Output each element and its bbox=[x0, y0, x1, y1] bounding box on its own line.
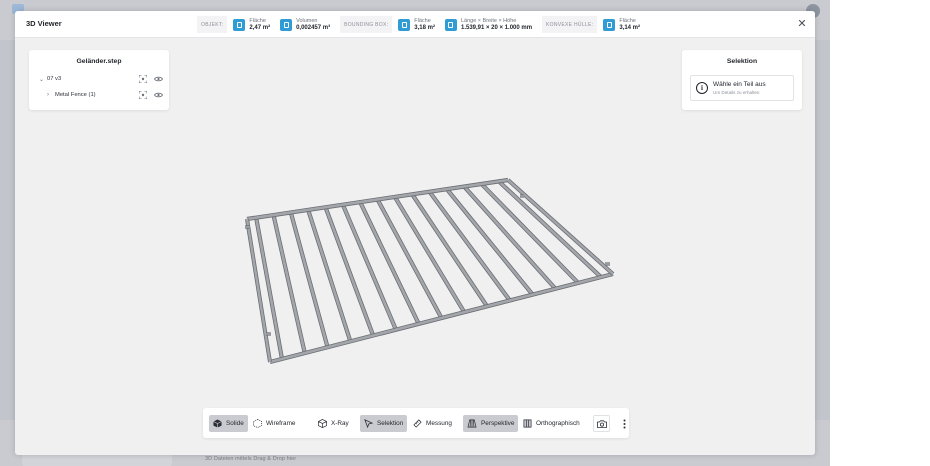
model-tree-title: Geländer.step bbox=[76, 58, 122, 65]
xray-cube-icon bbox=[318, 419, 327, 428]
orthographic-label: Orthographisch bbox=[536, 420, 580, 427]
background-panel-left bbox=[0, 40, 15, 420]
objekt-label: OBJEKT: bbox=[197, 16, 228, 33]
fence-bar-face bbox=[497, 180, 602, 279]
fence-bar-face bbox=[428, 190, 511, 302]
bbox-dims-stat: Länge × Breite × Höhe 1.539,91 × 20 × 1.… bbox=[444, 17, 533, 32]
selection-main-text: Wähle ein Teil aus bbox=[713, 81, 766, 88]
orthographic-icon bbox=[523, 419, 532, 428]
stat-value: 0,002457 m³ bbox=[296, 24, 331, 31]
objekt-volume-stat: Volumen 0,002457 m³ bbox=[280, 18, 330, 32]
perspective-button[interactable]: Perspektive bbox=[463, 415, 519, 432]
volume-icon bbox=[280, 18, 293, 31]
hull-area-stat: Fläche 3,14 m² bbox=[603, 18, 640, 32]
tree-item[interactable]: ⌄ 07 v3 bbox=[39, 73, 163, 85]
info-icon: i bbox=[696, 82, 708, 94]
wireframe-label: Wireframe bbox=[266, 420, 296, 427]
selection-sub-text: Um Details zu erhalten bbox=[713, 90, 760, 95]
view-toolbar: Solide Wireframe X-Ray Selektion Messung… bbox=[203, 408, 629, 438]
modal-header: 3D Viewer OBJEKT: Fläche 2,47 m² Volumen… bbox=[15, 11, 815, 38]
xray-label: X-Ray bbox=[331, 420, 349, 427]
stat-name: Volumen bbox=[296, 17, 318, 24]
fence-bar-face bbox=[463, 185, 557, 290]
wireframe-button[interactable]: Wireframe bbox=[249, 415, 299, 432]
bbox-label: BOUNDING BOX: bbox=[340, 16, 393, 33]
selection-info-box: i Wähle ein Teil aus Um Details zu erhal… bbox=[690, 75, 794, 101]
dimensions-icon bbox=[444, 18, 457, 31]
close-icon: ✕ bbox=[797, 18, 807, 30]
orthographic-button[interactable]: Orthographisch bbox=[519, 415, 584, 432]
focus-icon[interactable] bbox=[138, 74, 148, 84]
perspective-icon bbox=[467, 419, 477, 428]
fence-bar-face bbox=[324, 206, 375, 336]
more-vertical-icon bbox=[623, 419, 626, 428]
header-stats: OBJEKT: Fläche 2,47 m² Volumen 0,002457 … bbox=[197, 14, 650, 35]
stat-name: Fläche bbox=[249, 17, 266, 24]
fence-bar-face bbox=[306, 209, 352, 342]
viewer-modal: 3D Viewer OBJEKT: Fläche 2,47 m² Volumen… bbox=[15, 11, 815, 455]
tree-item[interactable]: › Metal Fence (1) bbox=[47, 89, 163, 101]
area-icon bbox=[233, 18, 246, 31]
perspective-label: Perspektive bbox=[481, 420, 515, 427]
hull-label: KONVEXE HÜLLE: bbox=[542, 16, 598, 33]
measure-label: Messung bbox=[426, 420, 452, 427]
bbox-area-stat: Fläche 3,18 m² bbox=[398, 18, 435, 32]
selection-panel: Selektion i Wähle ein Teil aus Um Detail… bbox=[682, 50, 802, 110]
close-button[interactable]: ✕ bbox=[795, 16, 809, 32]
model-tree-panel: Geländer.step ⌄ 07 v3 › Metal Fence (1) bbox=[29, 50, 169, 110]
area-icon bbox=[398, 18, 411, 31]
fence-bar-face bbox=[289, 212, 329, 348]
solid-button[interactable]: Solide bbox=[209, 415, 248, 432]
area-icon bbox=[603, 18, 616, 31]
screenshot-button[interactable] bbox=[593, 415, 610, 432]
selection-title: Selektion bbox=[726, 58, 758, 65]
selection-button[interactable]: Selektion bbox=[360, 415, 408, 432]
background-panel-right bbox=[815, 40, 830, 420]
stat-value: 3,18 m² bbox=[414, 24, 435, 31]
camera-icon bbox=[596, 419, 607, 428]
modal-title: 3D Viewer bbox=[26, 19, 62, 28]
chevron-right-icon[interactable]: › bbox=[47, 92, 55, 98]
stat-value: 1.539,91 × 20 × 1.000 mm bbox=[460, 24, 533, 31]
drop-hint-text: 3D Dateien mittels Drag & Drop hier bbox=[205, 456, 297, 462]
tree-item-label: Metal Fence (1) bbox=[55, 92, 96, 98]
eye-icon[interactable] bbox=[153, 74, 163, 84]
fence-bar-face bbox=[445, 188, 534, 296]
stat-value: 3,14 m² bbox=[619, 24, 641, 31]
xray-button[interactable]: X-Ray bbox=[314, 415, 353, 432]
cursor-icon bbox=[364, 419, 373, 428]
selection-label: Selektion bbox=[377, 420, 404, 427]
stat-name: Fläche bbox=[619, 17, 636, 24]
stat-name: Länge × Breite × Höhe bbox=[460, 17, 517, 24]
eye-icon[interactable] bbox=[153, 90, 163, 100]
measure-button[interactable]: Messung bbox=[409, 415, 456, 432]
focus-icon[interactable] bbox=[138, 90, 148, 100]
stat-value: 2,47 m² bbox=[249, 24, 271, 31]
more-options-button[interactable] bbox=[616, 415, 633, 432]
stat-name: Fläche bbox=[414, 17, 431, 24]
chevron-down-icon[interactable]: ⌄ bbox=[39, 76, 47, 83]
ruler-icon bbox=[413, 419, 422, 428]
wireframe-icon bbox=[253, 419, 262, 428]
solid-label: Solide bbox=[226, 420, 244, 427]
cube-icon bbox=[213, 419, 222, 428]
objekt-area-stat: Fläche 2,47 m² bbox=[233, 18, 270, 32]
tree-item-label: 07 v3 bbox=[47, 76, 62, 82]
